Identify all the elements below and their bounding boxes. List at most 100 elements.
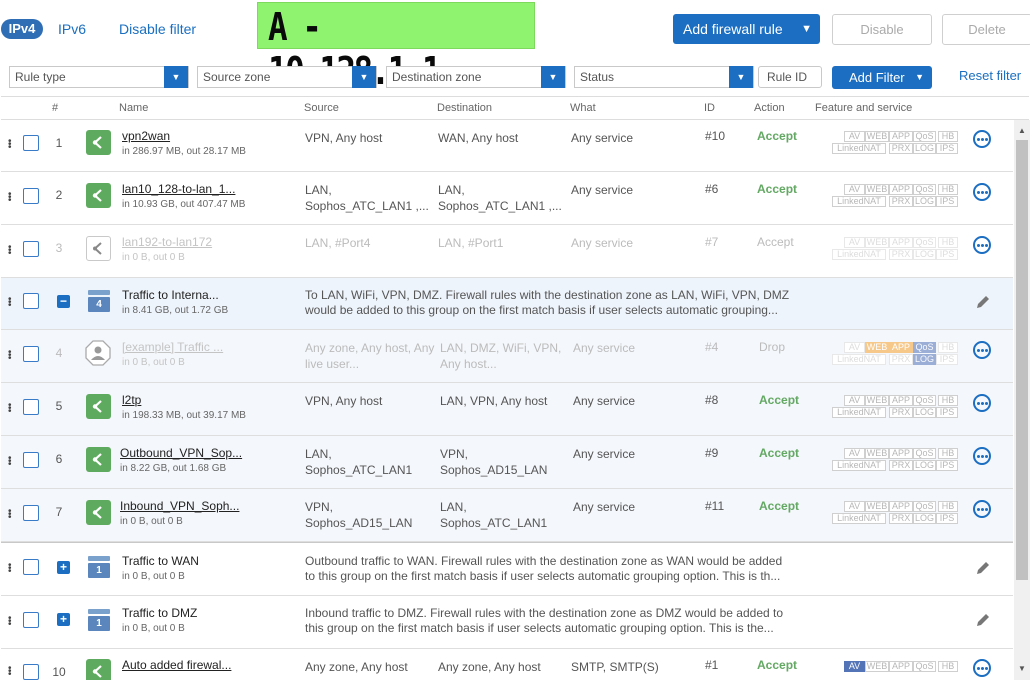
drag-handle-icon[interactable]: • • • [8, 561, 14, 577]
collapse-icon[interactable]: − [57, 295, 70, 308]
rule-id-input[interactable]: Rule ID [758, 66, 822, 88]
table-row[interactable]: • • • 1 vpn2wan in 286.97 MB, out 28.17 MB… [1, 120, 1013, 172]
drag-handle-icon[interactable]: • • • [8, 614, 14, 630]
drag-handle-icon[interactable]: • • • [8, 507, 14, 523]
rule-name-link[interactable]: vpn2wan [122, 129, 170, 143]
reset-filter-link[interactable]: Reset filter [959, 68, 1021, 83]
drag-handle-icon[interactable]: • • • [8, 295, 14, 311]
drag-handle-icon[interactable]: • • • [8, 137, 14, 153]
row-checkbox[interactable] [23, 664, 39, 680]
scroll-up-icon[interactable]: ▲ [1018, 126, 1026, 135]
share-icon [86, 500, 111, 525]
badge-av: AV [844, 448, 865, 459]
row-checkbox[interactable] [23, 505, 39, 521]
table-row[interactable]: • • • 5 l2tp in 198.33 MB, out 39.17 MB VP… [1, 383, 1013, 436]
edit-icon[interactable] [974, 559, 992, 577]
chevron-down-icon[interactable]: ▼ [352, 66, 376, 88]
col-action[interactable]: Action [754, 102, 785, 114]
table-row[interactable]: • • • 2 lan10_128-to-lan_1... in 10.93 GB,… [1, 172, 1013, 225]
drag-handle-icon[interactable]: • • • [8, 401, 14, 417]
group-description: Inbound traffic to DMZ. Firewall rules w… [305, 606, 805, 636]
rule-source-detail: Sophos_ATC_LAN1 [305, 463, 413, 477]
chevron-down-icon[interactable]: ▼ [164, 66, 188, 88]
expand-icon[interactable]: + [57, 561, 70, 574]
rule-id: #9 [705, 446, 719, 460]
disable-button[interactable]: Disable [832, 14, 932, 45]
feature-badges: AV WEB APP QoS HB LinkedNAT PRX LOG IPS [832, 237, 962, 261]
more-options-icon[interactable] [973, 447, 991, 465]
vertical-scrollbar[interactable]: ▲ ▼ [1014, 120, 1030, 680]
badge-web: WEB [865, 501, 889, 512]
row-checkbox[interactable] [23, 135, 39, 151]
more-options-icon[interactable] [973, 183, 991, 201]
col-name[interactable]: Name [119, 102, 148, 114]
rule-stats: in 198.33 MB, out 39.17 MB [122, 410, 246, 421]
drag-handle-icon[interactable]: • • • [8, 348, 14, 364]
row-checkbox[interactable] [23, 293, 39, 309]
tab-ipv6[interactable]: IPv6 [58, 19, 86, 39]
rule-name-link[interactable]: Outbound_VPN_Sop... [120, 446, 242, 460]
more-options-icon[interactable] [973, 394, 991, 412]
rule-type-select[interactable]: Rule type ▼ [9, 66, 189, 88]
add-filter-button[interactable]: Add Filter ▼ [832, 66, 932, 89]
row-checkbox[interactable] [23, 241, 39, 257]
rule-source: VPN, Any host [305, 394, 383, 408]
destination-zone-select[interactable]: Destination zone ▼ [386, 66, 566, 88]
status-select[interactable]: Status ▼ [574, 66, 754, 88]
rule-name-link[interactable]: l2tp [122, 393, 141, 407]
col-destination[interactable]: Destination [437, 102, 492, 114]
rule-name-link[interactable]: lan192-to-lan172 [122, 235, 212, 249]
tab-ipv4[interactable]: IPv4 [1, 19, 43, 39]
chevron-down-icon[interactable]: ▼ [729, 66, 753, 88]
table-row[interactable]: • • • 4 [example] Traffic ... in 0 B, out … [1, 330, 1013, 383]
rule-name-link[interactable]: lan10_128-to-lan_1... [122, 182, 235, 196]
group-name[interactable]: Traffic to DMZ [122, 606, 197, 620]
drag-handle-icon[interactable]: • • • [8, 664, 14, 680]
row-checkbox[interactable] [23, 399, 39, 415]
more-options-icon[interactable] [973, 341, 991, 359]
add-firewall-rule-button[interactable]: Add firewall rule ▼ [673, 14, 820, 44]
row-checkbox[interactable] [23, 346, 39, 362]
edit-icon[interactable] [974, 293, 992, 311]
scrollbar-thumb[interactable] [1016, 140, 1028, 580]
row-checkbox[interactable] [23, 612, 39, 628]
rule-number: 5 [55, 399, 63, 413]
row-checkbox[interactable] [23, 452, 39, 468]
rule-name-link[interactable]: Auto added firewal... [122, 658, 231, 672]
badge-av: AV [844, 184, 865, 195]
group-name[interactable]: Traffic to WAN [122, 554, 199, 568]
more-options-icon[interactable] [973, 500, 991, 518]
drag-handle-icon[interactable]: • • • [8, 243, 14, 259]
table-row[interactable]: • • • 3 lan192-to-lan172 in 0 B, out 0 B L… [1, 225, 1013, 278]
group-name[interactable]: Traffic to Interna... [122, 288, 219, 302]
drag-handle-icon[interactable]: • • • [8, 454, 14, 470]
scroll-down-icon[interactable]: ▼ [1018, 664, 1026, 673]
rule-name-link[interactable]: [example] Traffic ... [122, 340, 223, 354]
source-zone-select[interactable]: Source zone ▼ [197, 66, 377, 88]
chevron-down-icon[interactable]: ▼ [541, 66, 565, 88]
badge-hb: HB [938, 448, 958, 459]
col-source[interactable]: Source [304, 102, 339, 114]
drag-handle-icon[interactable]: • • • [8, 190, 14, 206]
more-options-icon[interactable] [973, 659, 991, 677]
disable-filter-link[interactable]: Disable filter [119, 19, 196, 39]
col-what[interactable]: What [570, 102, 596, 114]
table-row[interactable]: • • • 10 Auto added firewal... Any zone, A… [1, 649, 1013, 680]
rule-group-row[interactable]: • • • − 4 Traffic to Interna... in 8.41 GB… [1, 278, 1013, 330]
table-row[interactable]: • • • 7 Inbound_VPN_Soph... in 0 B, out 0 … [1, 489, 1013, 542]
badge-qos: QoS [913, 661, 936, 672]
edit-icon[interactable] [974, 611, 992, 629]
badge-log: LOG [913, 354, 936, 365]
col-id[interactable]: ID [704, 102, 715, 114]
chevron-down-icon[interactable]: ▼ [801, 14, 812, 44]
row-checkbox[interactable] [23, 559, 39, 575]
more-options-icon[interactable] [973, 236, 991, 254]
expand-icon[interactable]: + [57, 613, 70, 626]
delete-button[interactable]: Delete [942, 14, 1030, 45]
more-options-icon[interactable] [973, 130, 991, 148]
rule-group-row[interactable]: • • • + 1 Traffic to WAN in 0 B, out 0 B O… [1, 542, 1013, 596]
table-row[interactable]: • • • 6 Outbound_VPN_Sop... in 8.22 GB, ou… [1, 436, 1013, 489]
rule-name-link[interactable]: Inbound_VPN_Soph... [120, 499, 239, 513]
row-checkbox[interactable] [23, 188, 39, 204]
rule-group-row[interactable]: • • • + 1 Traffic to DMZ in 0 B, out 0 B I… [1, 596, 1013, 649]
